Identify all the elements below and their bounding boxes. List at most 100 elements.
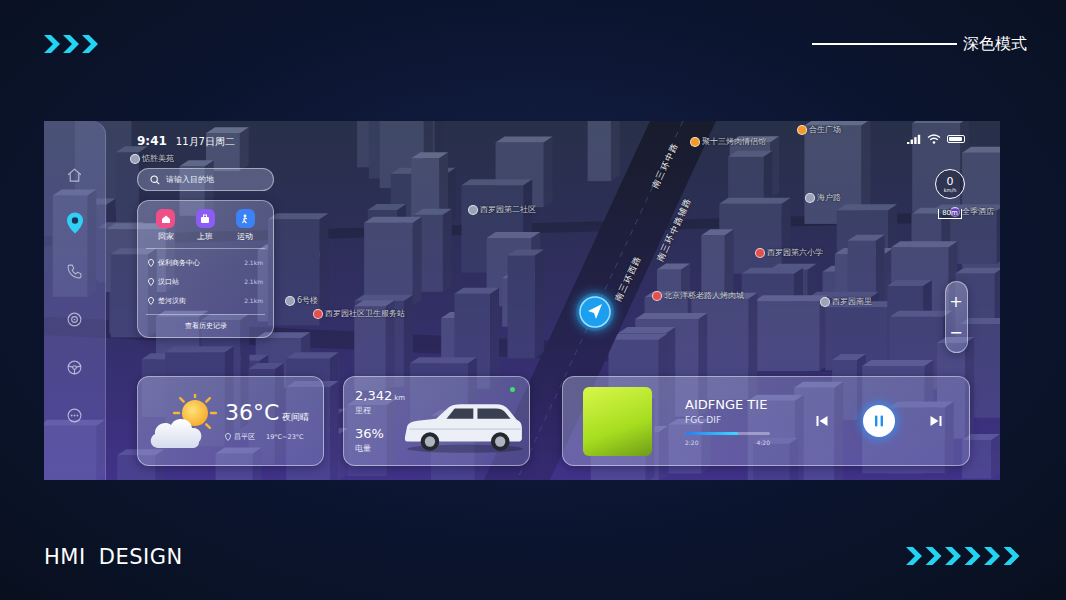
map-label-text: 聚十三烤肉情侣馆	[702, 137, 766, 147]
track-title: AIDFNGE TIE	[685, 397, 795, 412]
weather-location: 昌平区	[234, 432, 255, 442]
target-icon	[66, 311, 83, 328]
music-card[interactable]: AIDFNGE TIE FGC DIF 2:20 4:20	[562, 376, 970, 466]
map-label[interactable]: 西罗园南里	[820, 297, 872, 307]
map-label-text: 北京洋桥老路人烤肉城	[664, 291, 744, 301]
next-icon[interactable]	[929, 414, 943, 428]
date: 11月7日周二	[176, 135, 235, 149]
destination-card: 回家 上班 运动 保利商务中心 2.1km 汉口站 2.1km 楚河汉街 2.1…	[137, 200, 274, 338]
mileage-label: 里程	[355, 405, 397, 416]
map-label[interactable]: 6号楼	[285, 296, 318, 306]
search-field[interactable]: 请输入目的地	[137, 168, 274, 191]
recent-list: 保利商务中心 2.1km 汉口站 2.1km 楚河汉街 2.1km	[146, 255, 265, 308]
poi-icon	[805, 193, 815, 203]
time: 9:41	[137, 134, 167, 148]
map-controls: 0 km/h 80m + −	[930, 161, 970, 371]
speed-value: 0	[947, 176, 954, 187]
track-info: AIDFNGE TIE FGC DIF 2:20 4:20	[685, 397, 795, 446]
sidebar	[44, 121, 106, 480]
poi-icon	[652, 291, 662, 301]
temperature: 36°C	[225, 400, 279, 425]
place-pin-icon	[148, 278, 154, 286]
navigation-arrow-icon	[575, 292, 615, 332]
map-label[interactable]: 西罗园社区卫生服务站	[313, 309, 405, 319]
place-distance: 2.1km	[244, 278, 263, 285]
widget-row: 36°C 夜间晴 昌平区 19°C~23°C 2,342 km 里程 36% 电…	[137, 376, 970, 466]
hmi-ui: 9:41 11月7日周二 请输入目的地 回家 上班 运动 保利商务中心 2.1k…	[44, 121, 1000, 480]
sidebar-item[interactable]	[44, 343, 106, 391]
mileage-value: 2,342	[355, 388, 392, 403]
sidebar-item[interactable]	[44, 247, 106, 295]
zoom-in-button[interactable]: +	[949, 286, 962, 317]
map-label[interactable]: 惦胜美苑	[130, 154, 174, 164]
quick-destination[interactable]: 回家	[156, 209, 175, 242]
location-line: 昌平区 19°C~23°C	[225, 432, 309, 442]
navigation-panel: 请输入目的地 回家 上班 运动 保利商务中心 2.1km 汉口站 2.1km 楚…	[137, 161, 274, 371]
place-pin-icon	[148, 259, 154, 267]
weather-card[interactable]: 36°C 夜间晴 昌平区 19°C~23°C	[137, 376, 324, 466]
progress-bar[interactable]	[685, 432, 770, 435]
album-art	[583, 387, 652, 456]
clock: 9:41 11月7日周二	[137, 134, 235, 149]
sidebar-item[interactable]	[44, 391, 106, 439]
map-label[interactable]: 西罗园第六小学	[755, 248, 823, 258]
map-label-text: 西罗园南里	[832, 297, 872, 307]
recent-place[interactable]: 楚河汉街 2.1km	[148, 295, 263, 306]
mileage: 2,342 km	[355, 388, 397, 403]
location-pin-icon	[225, 433, 231, 441]
poi-icon	[820, 297, 830, 307]
sidebar-item[interactable]	[44, 295, 106, 343]
phone-icon	[66, 263, 83, 280]
footer: HMI DESIGN	[0, 480, 1066, 600]
search-placeholder: 请输入目的地	[166, 174, 214, 185]
more-icon	[66, 407, 83, 424]
sidebar-item[interactable]	[44, 151, 106, 199]
chevrons-icon	[44, 33, 105, 55]
poi-icon	[797, 125, 807, 135]
current-location	[575, 292, 615, 332]
recent-place[interactable]: 保利商务中心 2.1km	[148, 257, 263, 268]
quick-destination[interactable]: 运动	[236, 209, 255, 242]
sun-cloud-icon	[147, 394, 221, 452]
quick-destination-label: 上班	[197, 231, 213, 242]
wifi-icon	[927, 134, 941, 144]
map-label-text: 惦胜美苑	[142, 154, 174, 164]
status-icons	[907, 134, 970, 144]
page: 深色模式 惦胜美苑 西罗园第二社区 南三环中路 南三环中路辅路 南三环西路 聚十…	[0, 0, 1066, 600]
recent-place[interactable]: 汉口站 2.1km	[148, 276, 263, 287]
hmi-screen: 惦胜美苑 西罗园第二社区 南三环中路 南三环中路辅路 南三环西路 聚十三烤肉情侣…	[44, 121, 1000, 480]
vehicle-info: 2,342 km 里程 36% 电量	[355, 388, 397, 454]
weather-condition: 夜间晴	[282, 411, 309, 424]
speedometer: 0 km/h	[935, 169, 965, 199]
place-pin-icon	[148, 297, 154, 305]
poi-icon	[755, 248, 765, 258]
divider	[146, 314, 265, 315]
map-label-text: 6号楼	[297, 296, 318, 306]
battery-fill	[949, 137, 962, 141]
map-label[interactable]: 西罗园第二社区	[468, 205, 536, 215]
map-label[interactable]: 海户路	[805, 193, 841, 203]
vehicle-card[interactable]: 2,342 km 里程 36% 电量	[343, 376, 530, 466]
temperature-range: 19°C~23°C	[266, 433, 304, 441]
zoom-out-button[interactable]: −	[949, 317, 962, 348]
main-area: 9:41 11月7日周二 请输入目的地 回家 上班 运动 保利商务中心 2.1k…	[106, 121, 1000, 480]
previous-icon[interactable]	[815, 414, 829, 428]
map-label[interactable]: 聚十三烤肉情侣馆	[690, 137, 766, 147]
play-pause-button[interactable]	[863, 405, 895, 437]
pause-icon	[872, 414, 886, 428]
battery-icon	[947, 135, 965, 143]
sport-icon	[236, 209, 255, 228]
map-label-text: 西罗园第六小学	[767, 248, 823, 258]
place-name: 保利商务中心	[158, 258, 240, 268]
car-icon	[401, 397, 525, 455]
map-label[interactable]: 合生广场	[797, 125, 841, 135]
quick-destination[interactable]: 上班	[196, 209, 215, 242]
home-icon	[66, 167, 83, 184]
history-link[interactable]: 查看历史记录	[146, 321, 265, 331]
sidebar-item[interactable]	[44, 199, 106, 247]
elapsed-time: 2:20	[685, 439, 698, 446]
track-artist: FGC DIF	[685, 415, 795, 425]
map-label[interactable]: 北京洋桥老路人烤肉城	[652, 291, 744, 301]
battery-label: 电量	[355, 443, 397, 454]
poi-icon	[313, 309, 323, 319]
